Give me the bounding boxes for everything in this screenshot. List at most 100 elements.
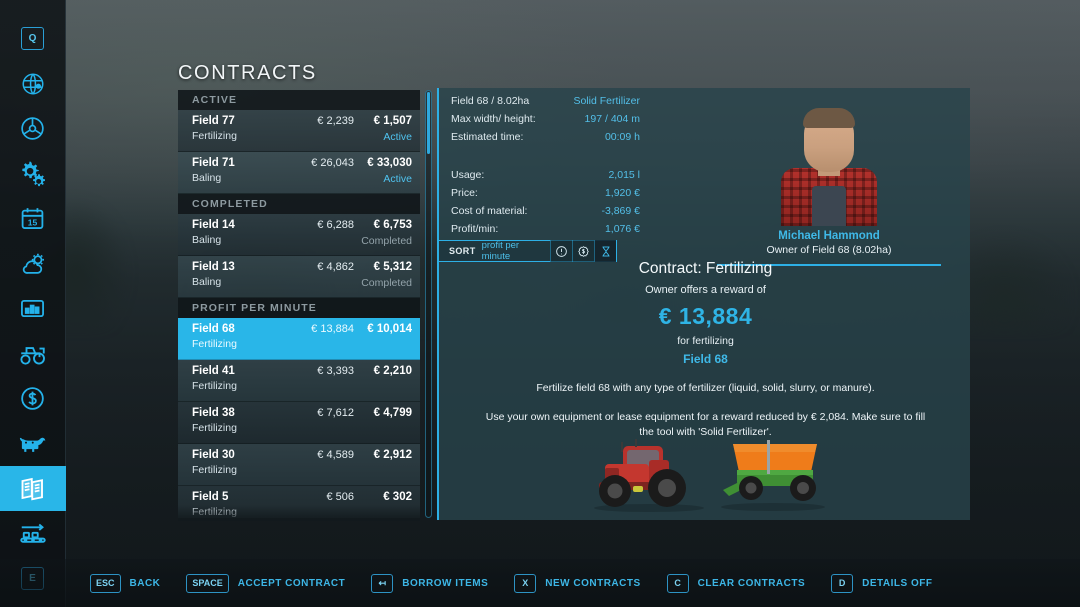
row-field-name: Field 38 (192, 407, 235, 419)
row-field-name: Field 77 (192, 115, 235, 127)
row-job-type: Fertilizing (192, 130, 237, 142)
status-badge: Completed (361, 235, 412, 247)
sort-bar[interactable]: SORT profit per minute (439, 240, 617, 262)
help-item[interactable]: X NEW CONTRACTS (514, 573, 641, 593)
row-field-name: Field 41 (192, 365, 235, 377)
help-item[interactable]: ↤ BORROW ITEMS (371, 573, 488, 593)
stat-value: Solid Fertilizer (573, 95, 640, 107)
status-badge: Active (383, 173, 412, 185)
row-value-primary: € 7,612 (317, 407, 354, 419)
row-job-type: Fertilizing (192, 380, 237, 392)
list-group-header: COMPLETED (178, 194, 420, 214)
svg-text:15: 15 (28, 217, 38, 227)
row-job-type: Baling (192, 276, 222, 288)
sidebar-item-calendar[interactable]: 15 (0, 196, 66, 241)
row-value-secondary: € 5,312 (373, 261, 412, 273)
stat-key: Cost of material: (451, 205, 528, 217)
help-label: BACK (129, 577, 161, 589)
sidebar-item-finances[interactable] (0, 376, 66, 421)
contracts-scrollbar[interactable] (425, 90, 432, 518)
contract-owner: Michael Hammond Owner of Field 68 (8.02h… (689, 104, 969, 266)
tractor-preview (594, 439, 704, 512)
sidebar-item-statistics[interactable] (0, 286, 66, 331)
row-job-type: Baling (192, 172, 222, 184)
table-row[interactable]: Field 41 Fertilizing € 3,393 € 2,210 (178, 360, 420, 402)
list-group-header: ACTIVE (178, 90, 420, 110)
avatar-hair (803, 108, 855, 128)
help-item[interactable]: D DETAILS OFF (831, 573, 932, 593)
sidebar-item-production[interactable] (0, 511, 66, 556)
row-value-primary: € 2,239 (317, 115, 354, 127)
help-keycap: SPACE (186, 573, 229, 593)
status-badge: Active (383, 131, 412, 143)
scrollbar-thumb[interactable] (427, 92, 430, 154)
contracts-list[interactable]: ACTIVE Field 77 Fertilizing € 2,239 € 1,507 A… (178, 90, 420, 518)
row-value-primary: € 4,589 (317, 449, 354, 461)
help-bar: ESC BACK SPACE ACCEPT CONTRACT ↤ BORROW ITEMS… (0, 559, 1080, 607)
sidebar-item-vehicles[interactable] (0, 331, 66, 376)
stat-value: 197 / 404 m (584, 113, 640, 125)
sidebar-rail: Q15E (0, 0, 66, 607)
hourglass-icon[interactable] (594, 240, 616, 262)
row-field-name: Field 13 (192, 261, 235, 273)
dollar-badge-icon[interactable] (572, 240, 594, 262)
row-value-secondary: € 10,014 (367, 323, 412, 335)
row-value-primary: € 4,862 (317, 261, 354, 273)
row-value-primary: € 13,884 (311, 323, 354, 335)
contract-detail-panel: Field 68 / 8.02ha Solid Fertilizer Max wid… (437, 88, 970, 520)
help-keycap: X (514, 573, 537, 593)
sidebar-item-vehicle-steering[interactable] (0, 106, 66, 151)
help-keycap: ↤ (371, 573, 394, 593)
help-item[interactable]: SPACE ACCEPT CONTRACT (186, 573, 346, 593)
sidebar-item-map-globe[interactable] (0, 61, 66, 106)
sort-mode-value: profit per minute (481, 240, 520, 262)
table-row[interactable]: Field 30 Fertilizing € 4,589 € 2,912 (178, 444, 420, 486)
help-label: NEW CONTRACTS (545, 577, 641, 589)
stat-key: Max width/ height: (451, 113, 536, 125)
stat-key: Estimated time: (451, 131, 524, 143)
sidebar-item-contracts[interactable] (0, 466, 66, 511)
contract-reward-for: for fertilizing (677, 335, 734, 347)
row-job-type: Fertilizing (192, 464, 237, 476)
row-job-type: Fertilizing (192, 338, 237, 350)
owner-subtitle: Owner of Field 68 (8.02ha) (766, 244, 892, 256)
row-value-primary: € 26,043 (311, 157, 354, 169)
row-value-secondary: € 2,210 (373, 365, 412, 377)
sidebar-item-animals[interactable] (0, 421, 66, 466)
help-label: ACCEPT CONTRACT (237, 577, 346, 589)
list-group-header: PROFIT PER MINUTE (178, 298, 420, 318)
contract-field-name: Field 68 (683, 352, 728, 366)
table-row[interactable]: Field 14 Baling € 6,288 € 6,753 Completed (178, 214, 420, 256)
table-row[interactable]: Field 13 Baling € 4,862 € 5,312 Completed (178, 256, 420, 298)
help-item[interactable]: C CLEAR CONTRACTS (666, 573, 806, 593)
sidebar-item-help-key-q[interactable]: Q (0, 16, 66, 61)
help-item[interactable]: ESC BACK (90, 573, 161, 593)
table-row[interactable]: Field 38 Fertilizing € 7,612 € 4,799 (178, 402, 420, 444)
exclamation-circle-icon[interactable] (550, 240, 572, 262)
sidebar-item-weather[interactable] (0, 241, 66, 286)
help-keycap: C (666, 573, 689, 593)
row-field-name: Field 71 (192, 157, 235, 169)
row-job-type: Fertilizing (192, 506, 237, 518)
page-title: CONTRACTS (178, 62, 317, 84)
sort-label: SORT (449, 246, 476, 256)
table-row[interactable]: Field 5 Fertilizing € 506 € 302 (178, 486, 420, 518)
help-label: CLEAR CONTRACTS (697, 577, 806, 589)
stat-value: -3,869 € (601, 205, 640, 217)
contract-description-1: Fertilize field 68 with any type of fert… (536, 382, 875, 394)
table-row[interactable]: Field 68 Fertilizing € 13,884 € 10,014 (178, 318, 420, 360)
stat-value: 1,920 € (604, 187, 640, 199)
stat-value: 1,076 € (604, 223, 640, 235)
spreader-preview (721, 440, 825, 511)
table-row[interactable]: Field 71 Baling € 26,043 € 33,030 Active (178, 152, 420, 194)
row-job-type: Baling (192, 234, 222, 246)
row-value-secondary: € 1,507 (373, 115, 412, 127)
avatar (781, 104, 877, 226)
table-row[interactable]: Field 77 Fertilizing € 2,239 € 1,507 Active (178, 110, 420, 152)
contract-reward-intro: Owner offers a reward of (645, 284, 766, 296)
stat-key: Field 68 / 8.02ha (451, 95, 530, 107)
owner-name: Michael Hammond (778, 230, 880, 242)
sidebar-item-settings-gears[interactable] (0, 151, 66, 196)
help-keycap: D (831, 573, 854, 593)
required-equipment (589, 426, 829, 512)
